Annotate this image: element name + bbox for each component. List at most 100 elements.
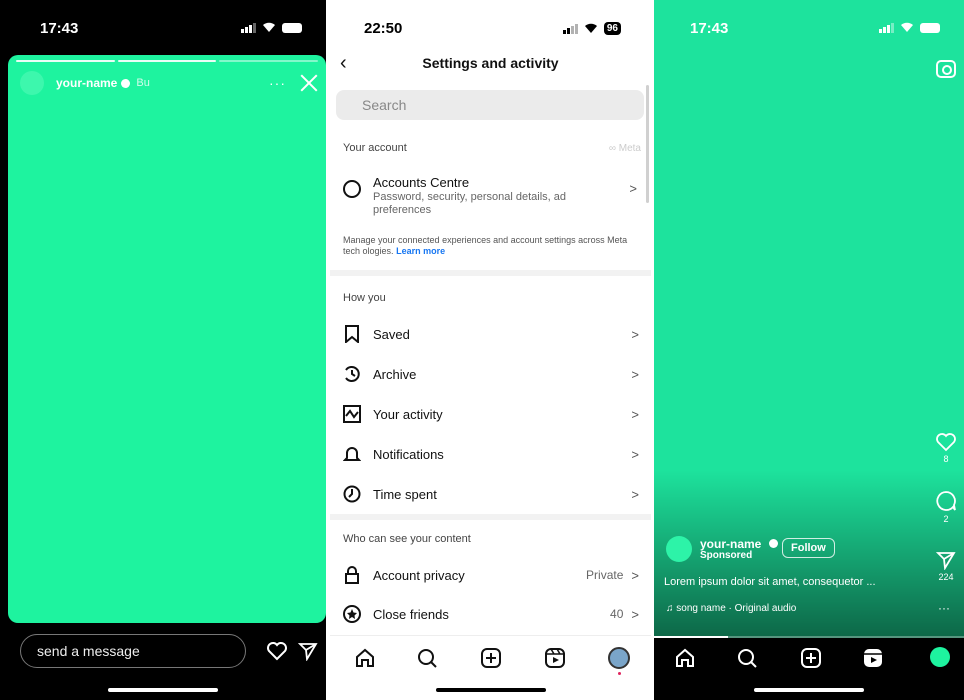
bell-icon	[343, 445, 361, 463]
divider	[330, 514, 651, 520]
signal-icon	[241, 22, 256, 33]
wifi-icon	[263, 22, 275, 32]
accounts-centre-subtitle: Password, security, personal details, ad…	[373, 191, 566, 216]
manage-text: Manage your connected experiences and ac…	[343, 235, 628, 256]
lock-icon	[343, 566, 361, 584]
send-icon	[935, 552, 956, 571]
signal-icon	[879, 22, 894, 33]
close-friends-count: 40	[610, 607, 624, 621]
share-count: 224	[938, 572, 954, 582]
profile-avatar[interactable]	[608, 647, 630, 675]
message-input[interactable]: send a message	[20, 634, 246, 668]
heart-icon	[936, 433, 956, 452]
section-who-can-see: Who can see your content	[343, 533, 471, 545]
story-progress	[16, 60, 319, 62]
comment-action[interactable]: 2	[932, 490, 960, 524]
meta-logo: ∞ Meta	[608, 143, 641, 154]
chevron-right-icon: >	[631, 486, 639, 502]
story-subtitle: Bu	[136, 77, 150, 89]
status-bar: 22:50 96	[330, 0, 651, 52]
settings-screen: 22:50 96 ‹ Settings and activity Search …	[330, 0, 651, 700]
more-icon[interactable]: ···	[269, 75, 286, 91]
person-circle-icon	[343, 180, 361, 198]
learn-more-link[interactable]: Learn more	[396, 246, 445, 256]
reel-screen[interactable]: 17:43 8 2 224 your-name Sponsored Follow…	[654, 0, 964, 700]
row-account-privacy[interactable]: Account privacy Private >	[343, 556, 639, 594]
music-note-icon: ♫	[666, 603, 674, 614]
like-action[interactable]: 8	[932, 432, 960, 464]
status-bar: 17:43	[0, 0, 326, 52]
battery-icon	[282, 22, 302, 33]
battery-icon	[920, 22, 940, 33]
battery-percent: 96	[603, 22, 621, 35]
story-screen: 17:43 your-name Bu ··· send a message	[0, 0, 326, 700]
accounts-centre-title: Accounts Centre	[373, 175, 470, 190]
search-icon[interactable]	[416, 647, 438, 669]
chevron-right-icon: >	[631, 567, 639, 583]
reel-username[interactable]: your-name	[700, 537, 761, 551]
verified-icon	[121, 78, 131, 88]
archive-icon	[343, 365, 361, 383]
row-your-activity[interactable]: Your activity >	[343, 395, 639, 433]
follow-button[interactable]: Follow	[782, 538, 835, 558]
clock-icon	[343, 485, 361, 503]
bookmark-icon	[343, 325, 361, 343]
divider	[330, 270, 651, 276]
privacy-value: Private	[586, 568, 624, 582]
search-icon[interactable]	[736, 647, 758, 669]
search-input[interactable]: Search	[336, 90, 644, 120]
wifi-icon	[901, 22, 913, 32]
more-icon[interactable]: ···	[938, 601, 950, 615]
page-title: Settings and activity	[422, 55, 559, 71]
heart-icon[interactable]	[266, 641, 288, 661]
create-icon[interactable]	[800, 647, 822, 669]
reel-audio[interactable]: ♫ song name · Original audio	[666, 603, 796, 614]
chevron-right-icon: >	[631, 446, 639, 462]
section-your-account: Your account	[343, 142, 407, 154]
chevron-right-icon: >	[631, 606, 639, 622]
sponsored-label: Sponsored	[700, 549, 753, 561]
avatar[interactable]	[20, 71, 44, 95]
verified-icon	[768, 538, 778, 548]
chevron-right-icon: >	[631, 366, 639, 382]
home-icon[interactable]	[354, 647, 376, 669]
story-header: your-name Bu ···	[20, 71, 320, 95]
share-action[interactable]: 224	[932, 550, 960, 582]
create-icon[interactable]	[480, 647, 502, 669]
scrollbar[interactable]	[646, 85, 649, 203]
like-count: 8	[943, 454, 949, 464]
chevron-right-icon: >	[629, 181, 637, 196]
star-icon	[343, 605, 361, 623]
status-time: 17:43	[40, 20, 79, 37]
reels-icon[interactable]	[862, 647, 884, 669]
avatar[interactable]	[666, 536, 692, 562]
row-saved[interactable]: Saved >	[343, 315, 639, 353]
comment-count: 2	[943, 514, 949, 524]
home-indicator	[108, 688, 218, 692]
signal-icon	[562, 23, 578, 34]
chevron-right-icon: >	[631, 406, 639, 422]
chevron-right-icon: >	[631, 326, 639, 342]
row-time-spent[interactable]: Time spent >	[343, 475, 639, 513]
wifi-icon	[584, 23, 597, 33]
close-icon[interactable]	[298, 72, 320, 94]
story-content[interactable]: your-name Bu ···	[8, 55, 326, 623]
section-how-you-use: How you	[343, 292, 386, 304]
reel-author[interactable]: your-name Sponsored	[666, 536, 778, 562]
home-icon[interactable]	[674, 647, 696, 669]
activity-icon	[343, 405, 361, 423]
reels-icon[interactable]	[544, 647, 566, 669]
row-notifications[interactable]: Notifications >	[343, 435, 639, 473]
profile-avatar[interactable]	[930, 647, 952, 669]
row-close-friends[interactable]: Close friends 40 >	[343, 595, 639, 633]
comment-icon	[936, 491, 956, 511]
story-username[interactable]: your-name	[56, 76, 117, 90]
reel-caption[interactable]: Lorem ipsum dolor sit amet, consequetor …	[664, 576, 904, 588]
home-indicator	[435, 688, 546, 692]
camera-icon[interactable]	[936, 60, 956, 78]
row-archive[interactable]: Archive >	[343, 355, 639, 393]
send-icon[interactable]	[298, 641, 318, 661]
home-indicator	[754, 688, 864, 692]
status-bar: 17:43	[654, 0, 964, 52]
status-time: 22:50	[364, 20, 403, 37]
